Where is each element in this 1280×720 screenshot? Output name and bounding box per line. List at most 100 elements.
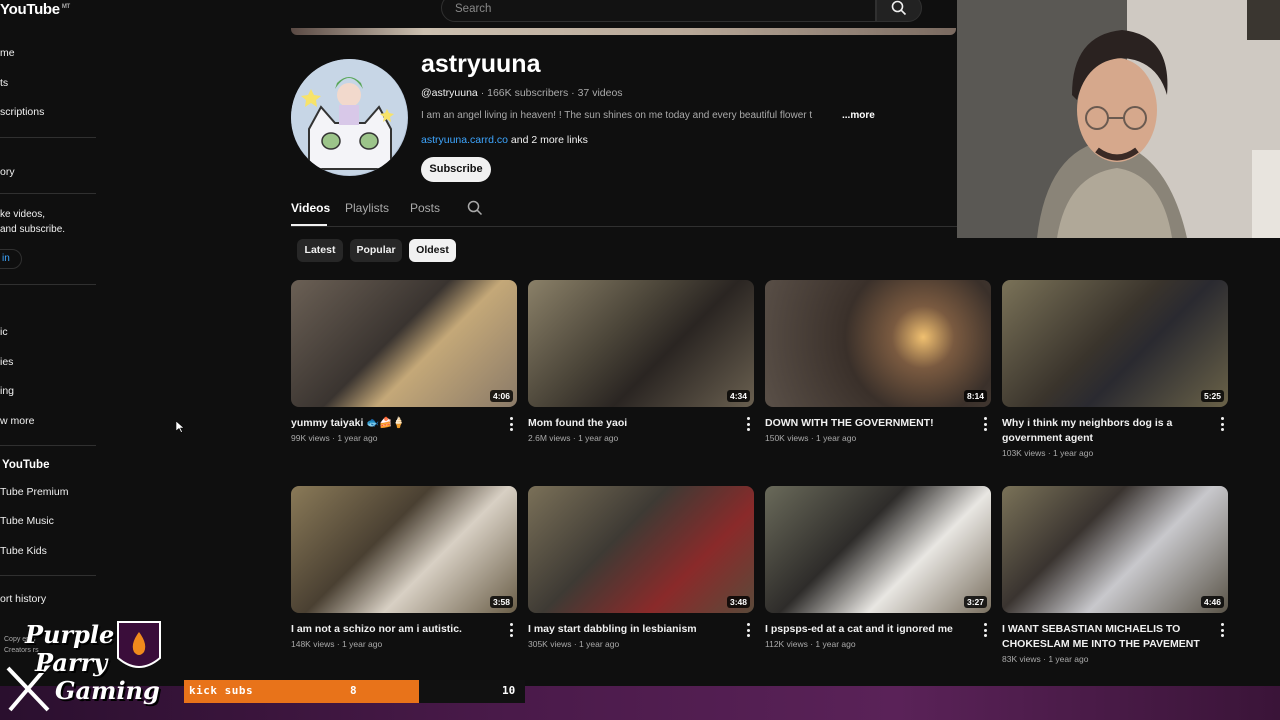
view-count: 305K views bbox=[528, 639, 572, 649]
search-icon bbox=[891, 0, 907, 16]
sidebar-item-yt-kids[interactable]: Tube Kids bbox=[0, 545, 47, 557]
channel-description[interactable]: I am an angel living in heaven! ! The su… bbox=[421, 110, 875, 121]
sidebar-item-report-history[interactable]: ort history bbox=[0, 593, 46, 605]
video-thumbnail[interactable]: 3:48 bbox=[528, 486, 754, 613]
more-actions-icon[interactable] bbox=[509, 417, 513, 431]
video-card[interactable]: 3:58 I am not a schizo nor am i autistic… bbox=[291, 486, 517, 649]
logo-line: Purple bbox=[25, 620, 115, 649]
video-meta: 150K views · 1 year ago bbox=[765, 433, 991, 443]
video-card[interactable]: 4:34 Mom found the yaoi 2.6M views · 1 y… bbox=[528, 280, 754, 443]
tab-playlists[interactable]: Playlists bbox=[345, 201, 389, 215]
logo-line: Parry bbox=[35, 648, 108, 677]
video-age: 1 year ago bbox=[337, 433, 378, 443]
video-duration: 3:58 bbox=[489, 596, 513, 608]
video-title[interactable]: I WANT SEBASTIAN MICHAELIS TO CHOKESLAM … bbox=[1002, 622, 1208, 652]
video-card[interactable]: 8:14 DOWN WITH THE GOVERNMENT! 150K view… bbox=[765, 280, 991, 443]
video-title[interactable]: Mom found the yaoi bbox=[528, 416, 734, 431]
chip-oldest[interactable]: Oldest bbox=[409, 239, 456, 262]
subscriber-count: 166K subscribers bbox=[487, 87, 569, 99]
video-title[interactable]: DOWN WITH THE GOVERNMENT! bbox=[765, 416, 971, 431]
video-age: 1 year ago bbox=[342, 639, 383, 649]
tab-posts[interactable]: Posts bbox=[410, 201, 440, 215]
video-meta: 148K views · 1 year ago bbox=[291, 639, 517, 649]
channel-link[interactable]: astryuuna.carrd.co bbox=[421, 134, 508, 146]
view-count: 2.6M views bbox=[528, 433, 571, 443]
more-actions-icon[interactable] bbox=[746, 623, 750, 637]
sub-goal-bar: kick subs 8 10 bbox=[184, 680, 525, 703]
more-from-youtube-heading: YouTube bbox=[2, 459, 50, 471]
sidebar-item-history[interactable]: ory bbox=[0, 166, 15, 178]
video-thumbnail[interactable]: 4:06 bbox=[291, 280, 517, 407]
sidebar-item-subscriptions[interactable]: scriptions bbox=[0, 106, 44, 118]
sidebar-item-gaming[interactable]: ing bbox=[0, 385, 14, 397]
sidebar-item-show-more[interactable]: w more bbox=[0, 415, 34, 427]
sub-goal-target: 10 bbox=[502, 684, 516, 697]
more-actions-icon[interactable] bbox=[983, 417, 987, 431]
video-title[interactable]: I pspsps-ed at a cat and it ignored me bbox=[765, 622, 971, 637]
video-card[interactable]: 5:25 Why i think my neighbors dog is a g… bbox=[1002, 280, 1228, 458]
sidebar-item-yt-music[interactable]: Tube Music bbox=[0, 515, 54, 527]
sidebar-item-movies[interactable]: ies bbox=[0, 356, 13, 368]
video-duration: 3:27 bbox=[963, 596, 987, 608]
video-duration: 5:25 bbox=[1200, 390, 1224, 402]
video-card[interactable]: 3:48 I may start dabbling in lesbianism … bbox=[528, 486, 754, 649]
sign-in-button[interactable]: in bbox=[0, 249, 22, 269]
video-thumbnail[interactable]: 3:58 bbox=[291, 486, 517, 613]
webcam-overlay bbox=[957, 0, 1280, 238]
video-card[interactable]: 4:06 yummy taiyaki 🐟🍰🍦 99K views · 1 yea… bbox=[291, 280, 517, 443]
signin-prompt-line1: ke videos, bbox=[0, 209, 46, 220]
video-count: 37 videos bbox=[577, 87, 623, 99]
more-links-button[interactable]: and 2 more links bbox=[511, 134, 588, 146]
search-button[interactable] bbox=[876, 0, 922, 22]
video-title[interactable]: yummy taiyaki 🐟🍰🍦 bbox=[291, 416, 497, 431]
video-thumbnail[interactable]: 4:34 bbox=[528, 280, 754, 407]
stream-logo: Purple Parry Gaming bbox=[0, 618, 165, 716]
sidebar-divider bbox=[0, 193, 96, 194]
more-actions-icon[interactable] bbox=[746, 417, 750, 431]
more-actions-icon[interactable] bbox=[1220, 417, 1224, 431]
sidebar-divider bbox=[0, 575, 96, 576]
video-meta: 2.6M views · 1 year ago bbox=[528, 433, 754, 443]
more-actions-icon[interactable] bbox=[509, 623, 513, 637]
youtube-logo[interactable]: YouTube MT bbox=[0, 1, 70, 18]
sidebar-divider bbox=[0, 137, 96, 138]
logo-line: Gaming bbox=[55, 676, 160, 705]
video-duration: 3:48 bbox=[726, 596, 750, 608]
more-actions-icon[interactable] bbox=[1220, 623, 1224, 637]
search-input[interactable]: Search bbox=[441, 0, 876, 22]
video-duration: 4:34 bbox=[726, 390, 750, 402]
meta-separator: · bbox=[334, 639, 343, 649]
video-meta: 112K views · 1 year ago bbox=[765, 639, 991, 649]
sidebar-item-music[interactable]: ic bbox=[0, 326, 8, 338]
mouse-cursor-icon bbox=[176, 421, 184, 433]
video-thumbnail[interactable]: 8:14 bbox=[765, 280, 991, 407]
sidebar-item-home[interactable]: me bbox=[0, 47, 15, 59]
video-age: 1 year ago bbox=[578, 433, 619, 443]
tab-videos[interactable]: Videos bbox=[291, 201, 330, 215]
video-thumbnail[interactable]: 4:46 bbox=[1002, 486, 1228, 613]
chip-popular[interactable]: Popular bbox=[350, 239, 402, 262]
video-meta: 99K views · 1 year ago bbox=[291, 433, 517, 443]
search-icon bbox=[467, 200, 483, 216]
description-more-button[interactable]: ...more bbox=[830, 110, 875, 121]
video-card[interactable]: 4:46 I WANT SEBASTIAN MICHAELIS TO CHOKE… bbox=[1002, 486, 1228, 664]
channel-handle: @astryuuna bbox=[421, 87, 478, 99]
video-card[interactable]: 3:27 I pspsps-ed at a cat and it ignored… bbox=[765, 486, 991, 649]
video-title[interactable]: I may start dabbling in lesbianism bbox=[528, 622, 734, 637]
video-title[interactable]: Why i think my neighbors dog is a govern… bbox=[1002, 416, 1208, 446]
more-actions-icon[interactable] bbox=[983, 623, 987, 637]
video-title[interactable]: I am not a schizo nor am i autistic. bbox=[291, 622, 497, 637]
signin-prompt-line2: and subscribe. bbox=[0, 224, 66, 235]
sub-goal-label: kick subs bbox=[189, 684, 254, 697]
video-thumbnail[interactable]: 5:25 bbox=[1002, 280, 1228, 407]
video-thumbnail[interactable]: 3:27 bbox=[765, 486, 991, 613]
description-text: I am an angel living in heaven! ! The su… bbox=[421, 110, 813, 121]
video-age: 1 year ago bbox=[1053, 448, 1094, 458]
chip-latest[interactable]: Latest bbox=[297, 239, 343, 262]
view-count: 112K views bbox=[765, 639, 808, 649]
sidebar-item-shorts[interactable]: ts bbox=[0, 77, 8, 89]
channel-search-button[interactable] bbox=[467, 200, 483, 221]
subscribe-button[interactable]: Subscribe bbox=[421, 157, 491, 182]
video-duration: 4:06 bbox=[489, 390, 513, 402]
sidebar-item-premium[interactable]: Tube Premium bbox=[0, 486, 68, 498]
